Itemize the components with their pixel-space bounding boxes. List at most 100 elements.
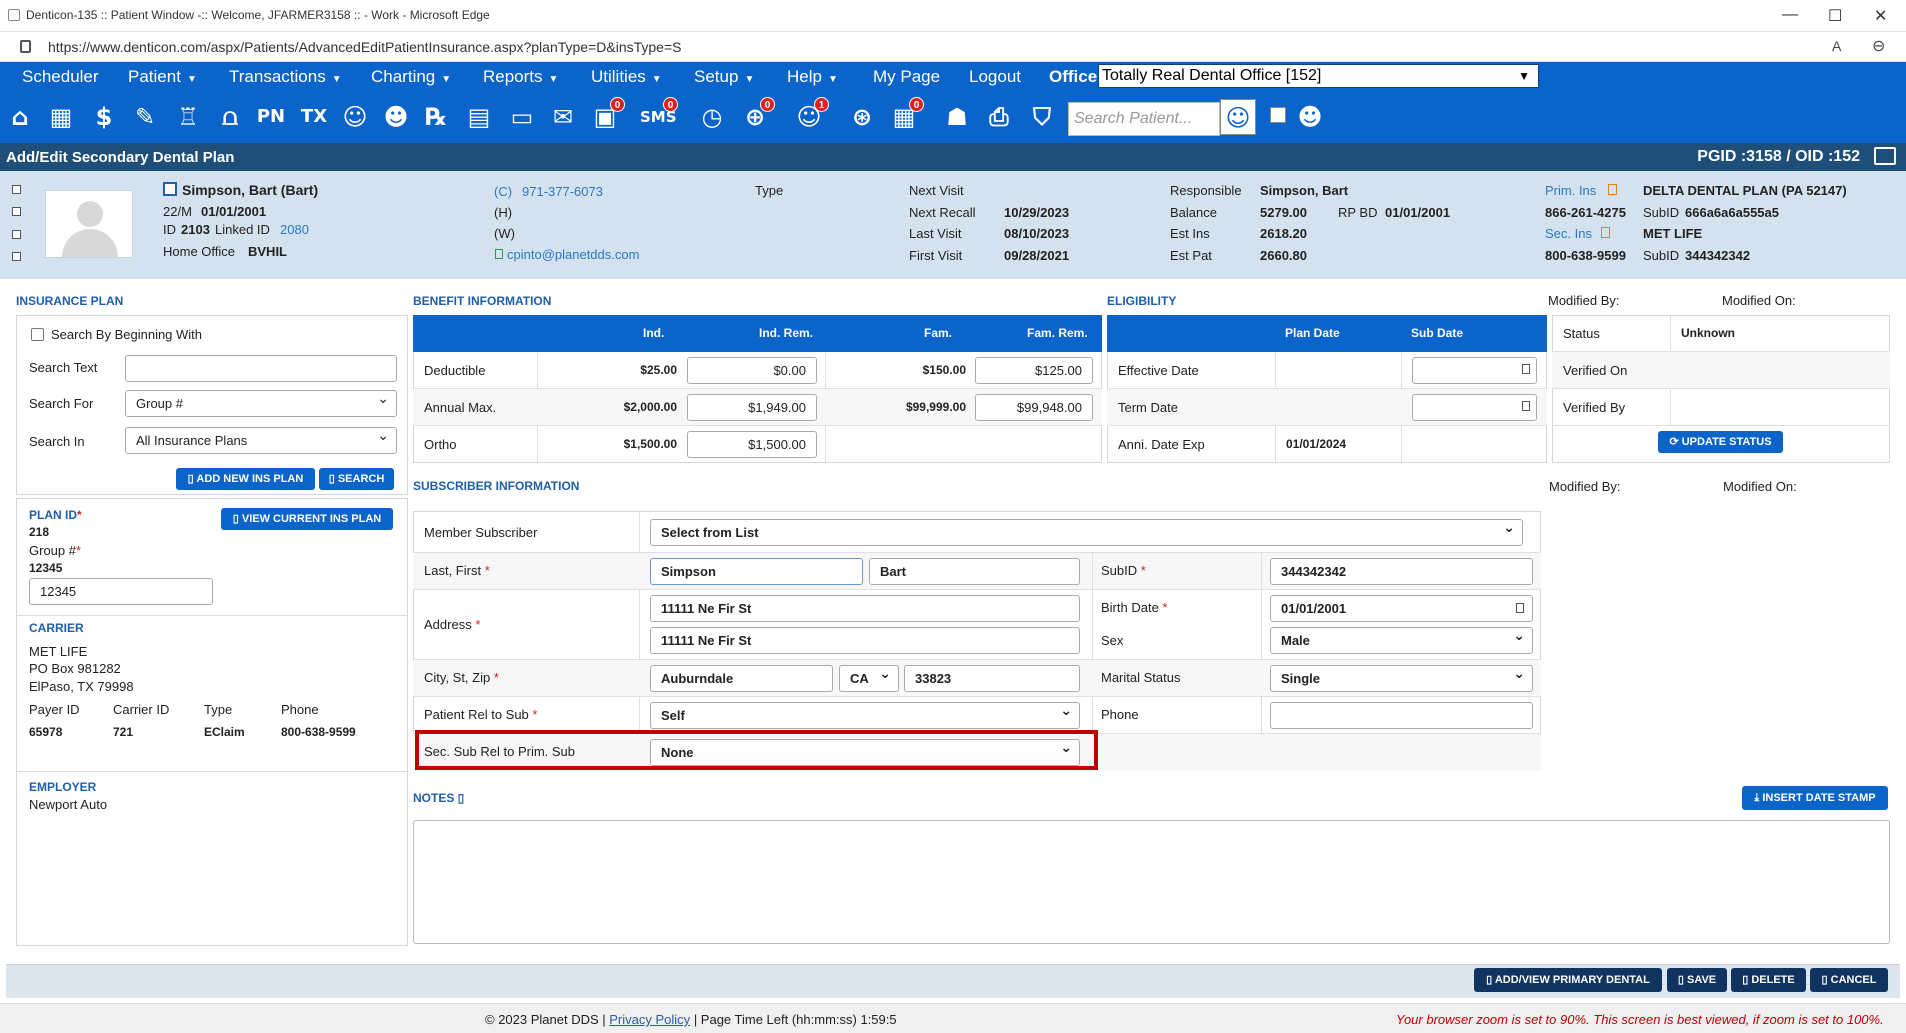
search-begin-checkbox[interactable] (31, 328, 44, 341)
address-line1-input[interactable]: 11111 Ne Fir St (650, 595, 1080, 622)
chart-pen-icon[interactable]: ✎ (127, 99, 163, 135)
patient-name[interactable]: Simpson, Bart (Bart) (182, 182, 318, 198)
search-text-input[interactable] (125, 355, 397, 382)
patient-search-icon[interactable]: ☺ (1220, 99, 1256, 135)
dollar-icon[interactable]: $ (86, 99, 122, 135)
deductible-fam-rem-input[interactable]: $125.00 (975, 357, 1093, 384)
maximize-icon[interactable]: ☐ (1828, 6, 1842, 26)
prim-ins-link[interactable]: Prim. Ins (1545, 183, 1596, 198)
delete-button[interactable]: ▯ DELETE (1731, 968, 1806, 992)
patient-rel-select[interactable]: Self (650, 699, 1080, 729)
birth-date-input[interactable]: 01/01/2001 (1270, 595, 1533, 622)
menu-my-page[interactable]: My Page (873, 62, 940, 93)
calendar-icon[interactable]: ▦ (43, 99, 79, 135)
state-select[interactable]: CA (839, 662, 899, 692)
phone-c[interactable]: 971-377-6073 (522, 184, 603, 199)
envelope-icon[interactable]: ✉ (545, 99, 581, 135)
update-status-button[interactable]: ⟳ UPDATE STATUS (1658, 431, 1783, 453)
close-icon[interactable]: ✕ (1874, 6, 1887, 26)
add-new-ins-plan-button[interactable]: ▯ ADD NEW INS PLAN (176, 468, 315, 490)
notes-textarea[interactable] (413, 820, 1890, 944)
sec-ins-icon[interactable] (1601, 227, 1610, 238)
patient-card-icon[interactable] (163, 182, 177, 196)
menu-setup[interactable]: Setup ▼ (694, 62, 754, 93)
toolbar-checkbox[interactable] (1270, 107, 1286, 123)
term-sub-date-input[interactable] (1412, 394, 1537, 421)
search-in-select[interactable]: All Insurance Plans (125, 424, 397, 454)
side-toggle-2[interactable] (12, 207, 21, 216)
save-button[interactable]: ▯ SAVE (1667, 968, 1727, 992)
search-patient-input[interactable]: Search Patient... (1068, 102, 1220, 136)
patient-email[interactable]: cpinto@planetdds.com (507, 247, 639, 262)
smile-icon[interactable]: ☺ 1 (791, 97, 829, 135)
print-icon[interactable] (1874, 147, 1896, 165)
calendar-icon[interactable] (1522, 401, 1530, 411)
teeth-icon[interactable]: ⩍ (212, 99, 248, 135)
menu-logout[interactable]: Logout (969, 62, 1021, 93)
globe-icon[interactable]: ⊕ 0 (737, 97, 775, 135)
tx-icon[interactable]: TX (296, 99, 332, 135)
side-toggle-3[interactable] (12, 230, 21, 239)
annual-max-ind-rem-input[interactable]: $1,949.00 (687, 394, 817, 421)
add-user-icon[interactable]: ☺ (337, 99, 373, 135)
search-button[interactable]: ▯ SEARCH (319, 468, 394, 490)
address-bar[interactable]: https://www.denticon.com/aspx/Patients/A… (0, 32, 1906, 62)
group-search-icon[interactable]: ☻ (1292, 99, 1328, 135)
menu-help[interactable]: Help ▼ (787, 62, 838, 93)
print-doc-icon[interactable]: ▭ (504, 99, 540, 135)
sms-icon[interactable]: SMS 0 (640, 97, 678, 135)
printer-icon[interactable]: ⎙ (981, 99, 1017, 135)
menu-reports[interactable]: Reports ▼ (483, 62, 558, 93)
privacy-policy-link[interactable]: Privacy Policy (609, 1012, 690, 1027)
schedule-icon[interactable]: ▦ 0 (886, 97, 924, 135)
read-aloud-icon[interactable]: A (1832, 38, 1841, 54)
address-line2-input[interactable]: 11111 Ne Fir St (650, 627, 1080, 654)
people-icon[interactable]: ☗ (939, 99, 975, 135)
tooth-icon[interactable]: ♖ (170, 99, 206, 135)
office-select[interactable]: Totally Real Dental Office [152] ▼ (1098, 64, 1539, 88)
url-text[interactable]: https://www.denticon.com/aspx/Patients/A… (48, 39, 681, 55)
view-current-ins-plan-button[interactable]: ▯ VIEW CURRENT INS PLAN (221, 508, 393, 530)
subid-input[interactable]: 344342342 (1270, 558, 1533, 585)
annual-max-fam-rem-input[interactable]: $99,948.00 (975, 394, 1093, 421)
web-icon[interactable]: ⊛ (844, 99, 880, 135)
city-input[interactable]: Auburndale (650, 665, 833, 692)
cancel-button[interactable]: ▯ CANCEL (1810, 968, 1888, 992)
prim-ins-icon[interactable] (1608, 184, 1617, 195)
effective-sub-date-input[interactable] (1412, 357, 1537, 384)
menu-patient[interactable]: Patient ▼ (128, 62, 197, 93)
minimize-icon[interactable]: — (1782, 6, 1798, 24)
group-input[interactable]: 12345 (29, 578, 213, 605)
sub-phone-input[interactable] (1270, 702, 1533, 729)
marital-status-select[interactable]: Single (1270, 662, 1533, 692)
calendar-icon[interactable] (1522, 364, 1530, 374)
side-toggle-4[interactable] (12, 252, 21, 261)
calendar-icon[interactable] (1516, 603, 1524, 613)
chat-icon[interactable]: ▣ 0 (587, 97, 625, 135)
member-subscriber-select[interactable]: Select from List (650, 516, 1523, 546)
sex-select[interactable]: Male (1270, 624, 1533, 654)
home-icon[interactable]: ⌂ (2, 99, 38, 135)
first-name-input[interactable]: Bart (869, 558, 1080, 585)
shield-icon[interactable]: ⛉ (1024, 99, 1060, 135)
menu-charting[interactable]: Charting ▼ (371, 62, 451, 93)
deductible-ind-rem-input[interactable]: $0.00 (687, 357, 817, 384)
search-for-select[interactable]: Group # (125, 387, 397, 417)
ortho-ind-rem-input[interactable]: $1,500.00 (687, 431, 817, 458)
menu-transactions[interactable]: Transactions ▼ (229, 62, 342, 93)
side-toggle-1[interactable] (12, 185, 21, 194)
sec-ins-link[interactable]: Sec. Ins (1545, 226, 1592, 241)
zip-input[interactable]: 33823 (904, 665, 1080, 692)
zoom-out-icon[interactable]: ⊖ (1872, 36, 1885, 55)
add-view-primary-dental-button[interactable]: ▯ ADD/VIEW PRIMARY DENTAL (1474, 968, 1662, 992)
linked-id-link[interactable]: 2080 (280, 222, 309, 237)
menu-utilities[interactable]: Utilities ▼ (591, 62, 662, 93)
add-group-icon[interactable]: ☻ (378, 99, 414, 135)
message-icon[interactable]: ▤ (461, 99, 497, 135)
pn-icon[interactable]: PN (253, 99, 289, 135)
rx-icon[interactable]: ℞ (418, 99, 454, 135)
menu-scheduler[interactable]: Scheduler (22, 62, 99, 93)
last-name-input[interactable]: Simpson (650, 558, 863, 585)
clock-icon[interactable]: ◷ (694, 99, 730, 135)
insert-date-stamp-button[interactable]: ⤓ INSERT DATE STAMP (1742, 786, 1888, 810)
